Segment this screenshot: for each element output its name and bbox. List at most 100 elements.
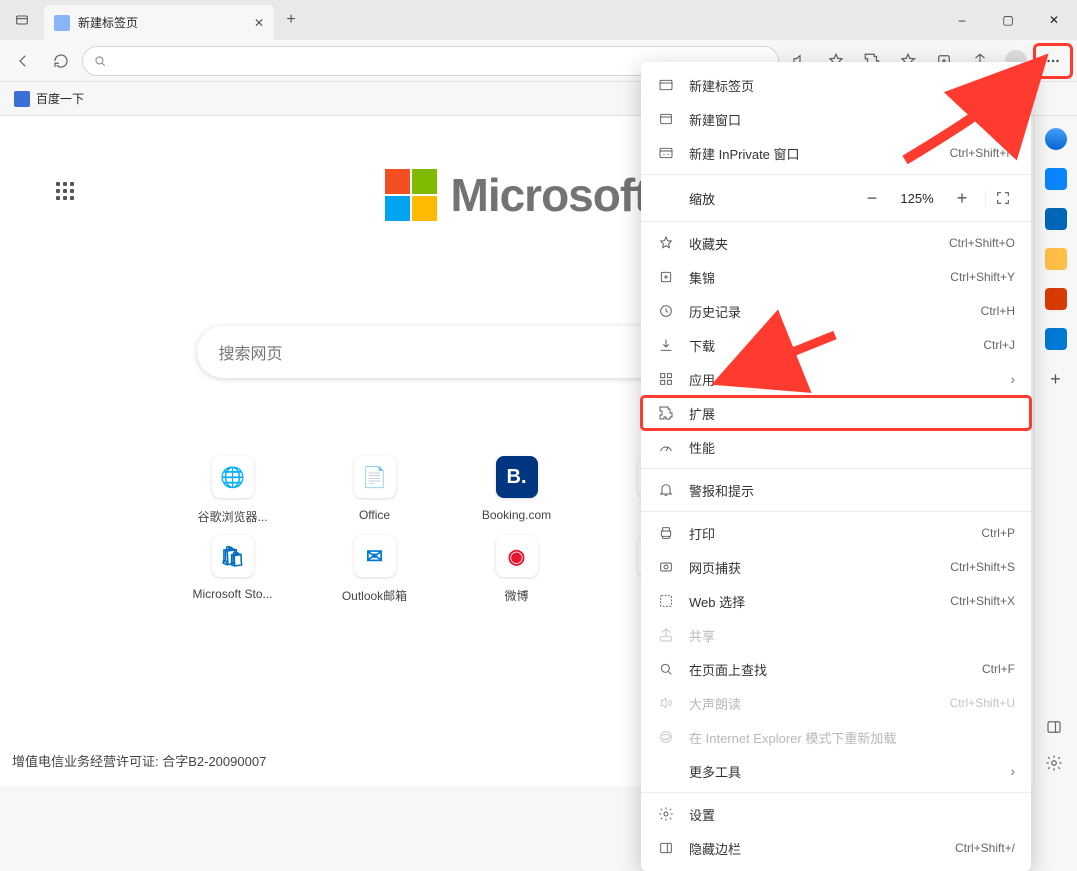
zoom-out-button[interactable]: − bbox=[857, 183, 887, 213]
new-tab-button[interactable]: + bbox=[274, 11, 308, 29]
sidebar-office-icon[interactable] bbox=[1045, 288, 1067, 310]
refresh-button[interactable] bbox=[44, 45, 78, 77]
tile-icon: B. bbox=[496, 456, 538, 498]
sidebar-tools-icon[interactable] bbox=[1045, 208, 1067, 230]
menu-item-apps[interactable]: 应用 › bbox=[641, 362, 1031, 396]
tile-icon: 🌐 bbox=[212, 456, 254, 498]
menu-item-shortcut: Ctrl+Shift+/ bbox=[955, 841, 1015, 855]
quick-link-tile[interactable]: 🌐 谷歌浏览器... bbox=[167, 456, 299, 525]
zoom-value: 125% bbox=[895, 191, 939, 206]
tile-icon: 📄 bbox=[354, 456, 396, 498]
back-button[interactable] bbox=[6, 45, 40, 77]
zoom-in-button[interactable]: + bbox=[947, 183, 977, 213]
window-maximize-button[interactable]: ▢ bbox=[985, 0, 1031, 40]
menu-item-shortcut: Ctrl+Shift+O bbox=[949, 236, 1015, 250]
sidebar-outlook-icon[interactable] bbox=[1045, 328, 1067, 350]
menu-item-label: 大声朗读 bbox=[689, 694, 936, 713]
titlebar: 新建标签页 ✕ + – ▢ ✕ bbox=[0, 0, 1077, 40]
search-placeholder: 搜索网页 bbox=[219, 340, 283, 364]
tile-label: Microsoft Sto... bbox=[192, 587, 272, 601]
menu-item-shortcut: Ctrl+H bbox=[981, 304, 1015, 318]
menu-item-new-inprivate[interactable]: 新建 InPrivate 窗口Ctrl+Shift+N bbox=[641, 136, 1031, 170]
sidebar-icon bbox=[657, 839, 675, 857]
menu-item-shortcut: Ctrl+T bbox=[982, 78, 1015, 92]
menu-item-webcapture[interactable]: 网页捕获Ctrl+Shift+S bbox=[641, 550, 1031, 584]
menu-item-label: 下载 bbox=[689, 336, 969, 355]
menu-item-readaloud: 大声朗读 Ctrl+Shift+U bbox=[641, 686, 1031, 720]
apps-icon bbox=[657, 370, 675, 388]
menu-item-print[interactable]: 打印Ctrl+P bbox=[641, 516, 1031, 550]
search-icon bbox=[93, 54, 107, 68]
menu-item-favorites[interactable]: 收藏夹Ctrl+Shift+O bbox=[641, 226, 1031, 260]
bookmark-item[interactable]: 百度一下 bbox=[36, 90, 84, 107]
menu-zoom-row: 缩放−125%+ bbox=[641, 179, 1031, 217]
quick-link-tile[interactable]: ✉Outlook邮箱 bbox=[309, 535, 441, 604]
tile-label: 谷歌浏览器... bbox=[197, 508, 267, 525]
tile-label: Booking.com bbox=[482, 508, 551, 522]
sidebar-collapse-icon[interactable] bbox=[1045, 718, 1067, 740]
menu-item-label: 更多工具 bbox=[689, 762, 996, 781]
menu-item-label: 隐藏边栏 bbox=[689, 839, 941, 858]
app-menu: 新建标签页 Ctrl+T 新建窗口Ctrl+N新建 InPrivate 窗口Ctrl… bbox=[641, 62, 1031, 871]
menu-item-performance[interactable]: 性能 bbox=[641, 430, 1031, 464]
sidebar-search-icon[interactable] bbox=[1045, 128, 1067, 150]
menu-item-history[interactable]: 历史记录 Ctrl+H bbox=[641, 294, 1031, 328]
window-icon bbox=[657, 110, 675, 128]
tab-title: 新建标签页 bbox=[78, 14, 246, 31]
window-close-button[interactable]: ✕ bbox=[1031, 0, 1077, 40]
menu-item-settings[interactable]: 设置 bbox=[641, 797, 1031, 831]
menu-item-extensions[interactable]: 扩展 bbox=[641, 396, 1031, 430]
fullscreen-button[interactable] bbox=[985, 190, 1019, 206]
menu-item-new-window[interactable]: 新建窗口Ctrl+N bbox=[641, 102, 1031, 136]
menu-item-label: 应用 bbox=[689, 370, 996, 389]
window-minimize-button[interactable]: – bbox=[939, 0, 985, 40]
sidebar-shopping-icon[interactable] bbox=[1045, 168, 1067, 190]
menu-item-label: 新建窗口 bbox=[689, 110, 967, 129]
sidebar-settings-icon[interactable] bbox=[1045, 754, 1067, 776]
select-icon bbox=[657, 592, 675, 610]
ie-icon bbox=[657, 728, 675, 746]
menu-item-webselect[interactable]: Web 选择Ctrl+Shift+X bbox=[641, 584, 1031, 618]
more-menu-button[interactable] bbox=[1035, 45, 1071, 77]
menu-item-downloads[interactable]: 下载Ctrl+J bbox=[641, 328, 1031, 362]
star-icon bbox=[657, 234, 675, 252]
chevron-right-icon: › bbox=[1010, 763, 1015, 779]
menu-item-shortcut: Ctrl+F bbox=[982, 662, 1015, 676]
tab-favicon bbox=[54, 15, 70, 31]
tab-actions-button[interactable] bbox=[0, 12, 44, 28]
capture-icon bbox=[657, 558, 675, 576]
menu-item-share: 共享 bbox=[641, 618, 1031, 652]
menu-item-shortcut: Ctrl+Shift+U bbox=[950, 696, 1015, 710]
chevron-right-icon: › bbox=[1010, 371, 1015, 387]
menu-item-find[interactable]: 在页面上查找 Ctrl+F bbox=[641, 652, 1031, 686]
page-settings-icon[interactable] bbox=[56, 182, 78, 204]
inprivate-icon bbox=[657, 144, 675, 162]
quick-link-tile[interactable]: 🛍Microsoft Sto... bbox=[167, 535, 299, 604]
tab-close-icon[interactable]: ✕ bbox=[254, 16, 264, 30]
menu-item-new-tab[interactable]: 新建标签页 Ctrl+T bbox=[641, 68, 1031, 102]
print-icon bbox=[657, 524, 675, 542]
quick-link-tile[interactable]: B. Booking.com bbox=[451, 456, 583, 525]
tab[interactable]: 新建标签页 ✕ bbox=[44, 5, 274, 40]
menu-item-label: 设置 bbox=[689, 805, 1015, 824]
menu-item-moretools[interactable]: 更多工具 › bbox=[641, 754, 1031, 788]
menu-item-label: 在 Internet Explorer 模式下重新加载 bbox=[689, 728, 1015, 747]
share-icon bbox=[657, 626, 675, 644]
menu-separator bbox=[641, 174, 1031, 175]
tab-icon bbox=[657, 76, 675, 94]
menu-item-hidesidebar[interactable]: 隐藏边栏 Ctrl+Shift+/ bbox=[641, 831, 1031, 865]
sidebar-games-icon[interactable] bbox=[1045, 248, 1067, 270]
menu-item-label: 新建标签页 bbox=[689, 76, 968, 95]
menu-item-label: 历史记录 bbox=[689, 302, 967, 321]
microsoft-wordmark: Microsoft bbox=[451, 168, 649, 222]
menu-separator bbox=[641, 511, 1031, 512]
tile-icon: ◉ bbox=[496, 535, 538, 577]
sidebar-add-icon[interactable]: + bbox=[1045, 368, 1067, 390]
menu-item-collections[interactable]: 集锦Ctrl+Shift+Y bbox=[641, 260, 1031, 294]
tile-label: 微博 bbox=[504, 587, 528, 604]
menu-item-label: 在页面上查找 bbox=[689, 660, 968, 679]
quick-link-tile[interactable]: 📄Office bbox=[309, 456, 441, 525]
quick-link-tile[interactable]: ◉ 微博 bbox=[451, 535, 583, 604]
menu-item-label: 扩展 bbox=[689, 404, 1015, 423]
menu-item-alerts[interactable]: 警报和提示 bbox=[641, 473, 1031, 507]
